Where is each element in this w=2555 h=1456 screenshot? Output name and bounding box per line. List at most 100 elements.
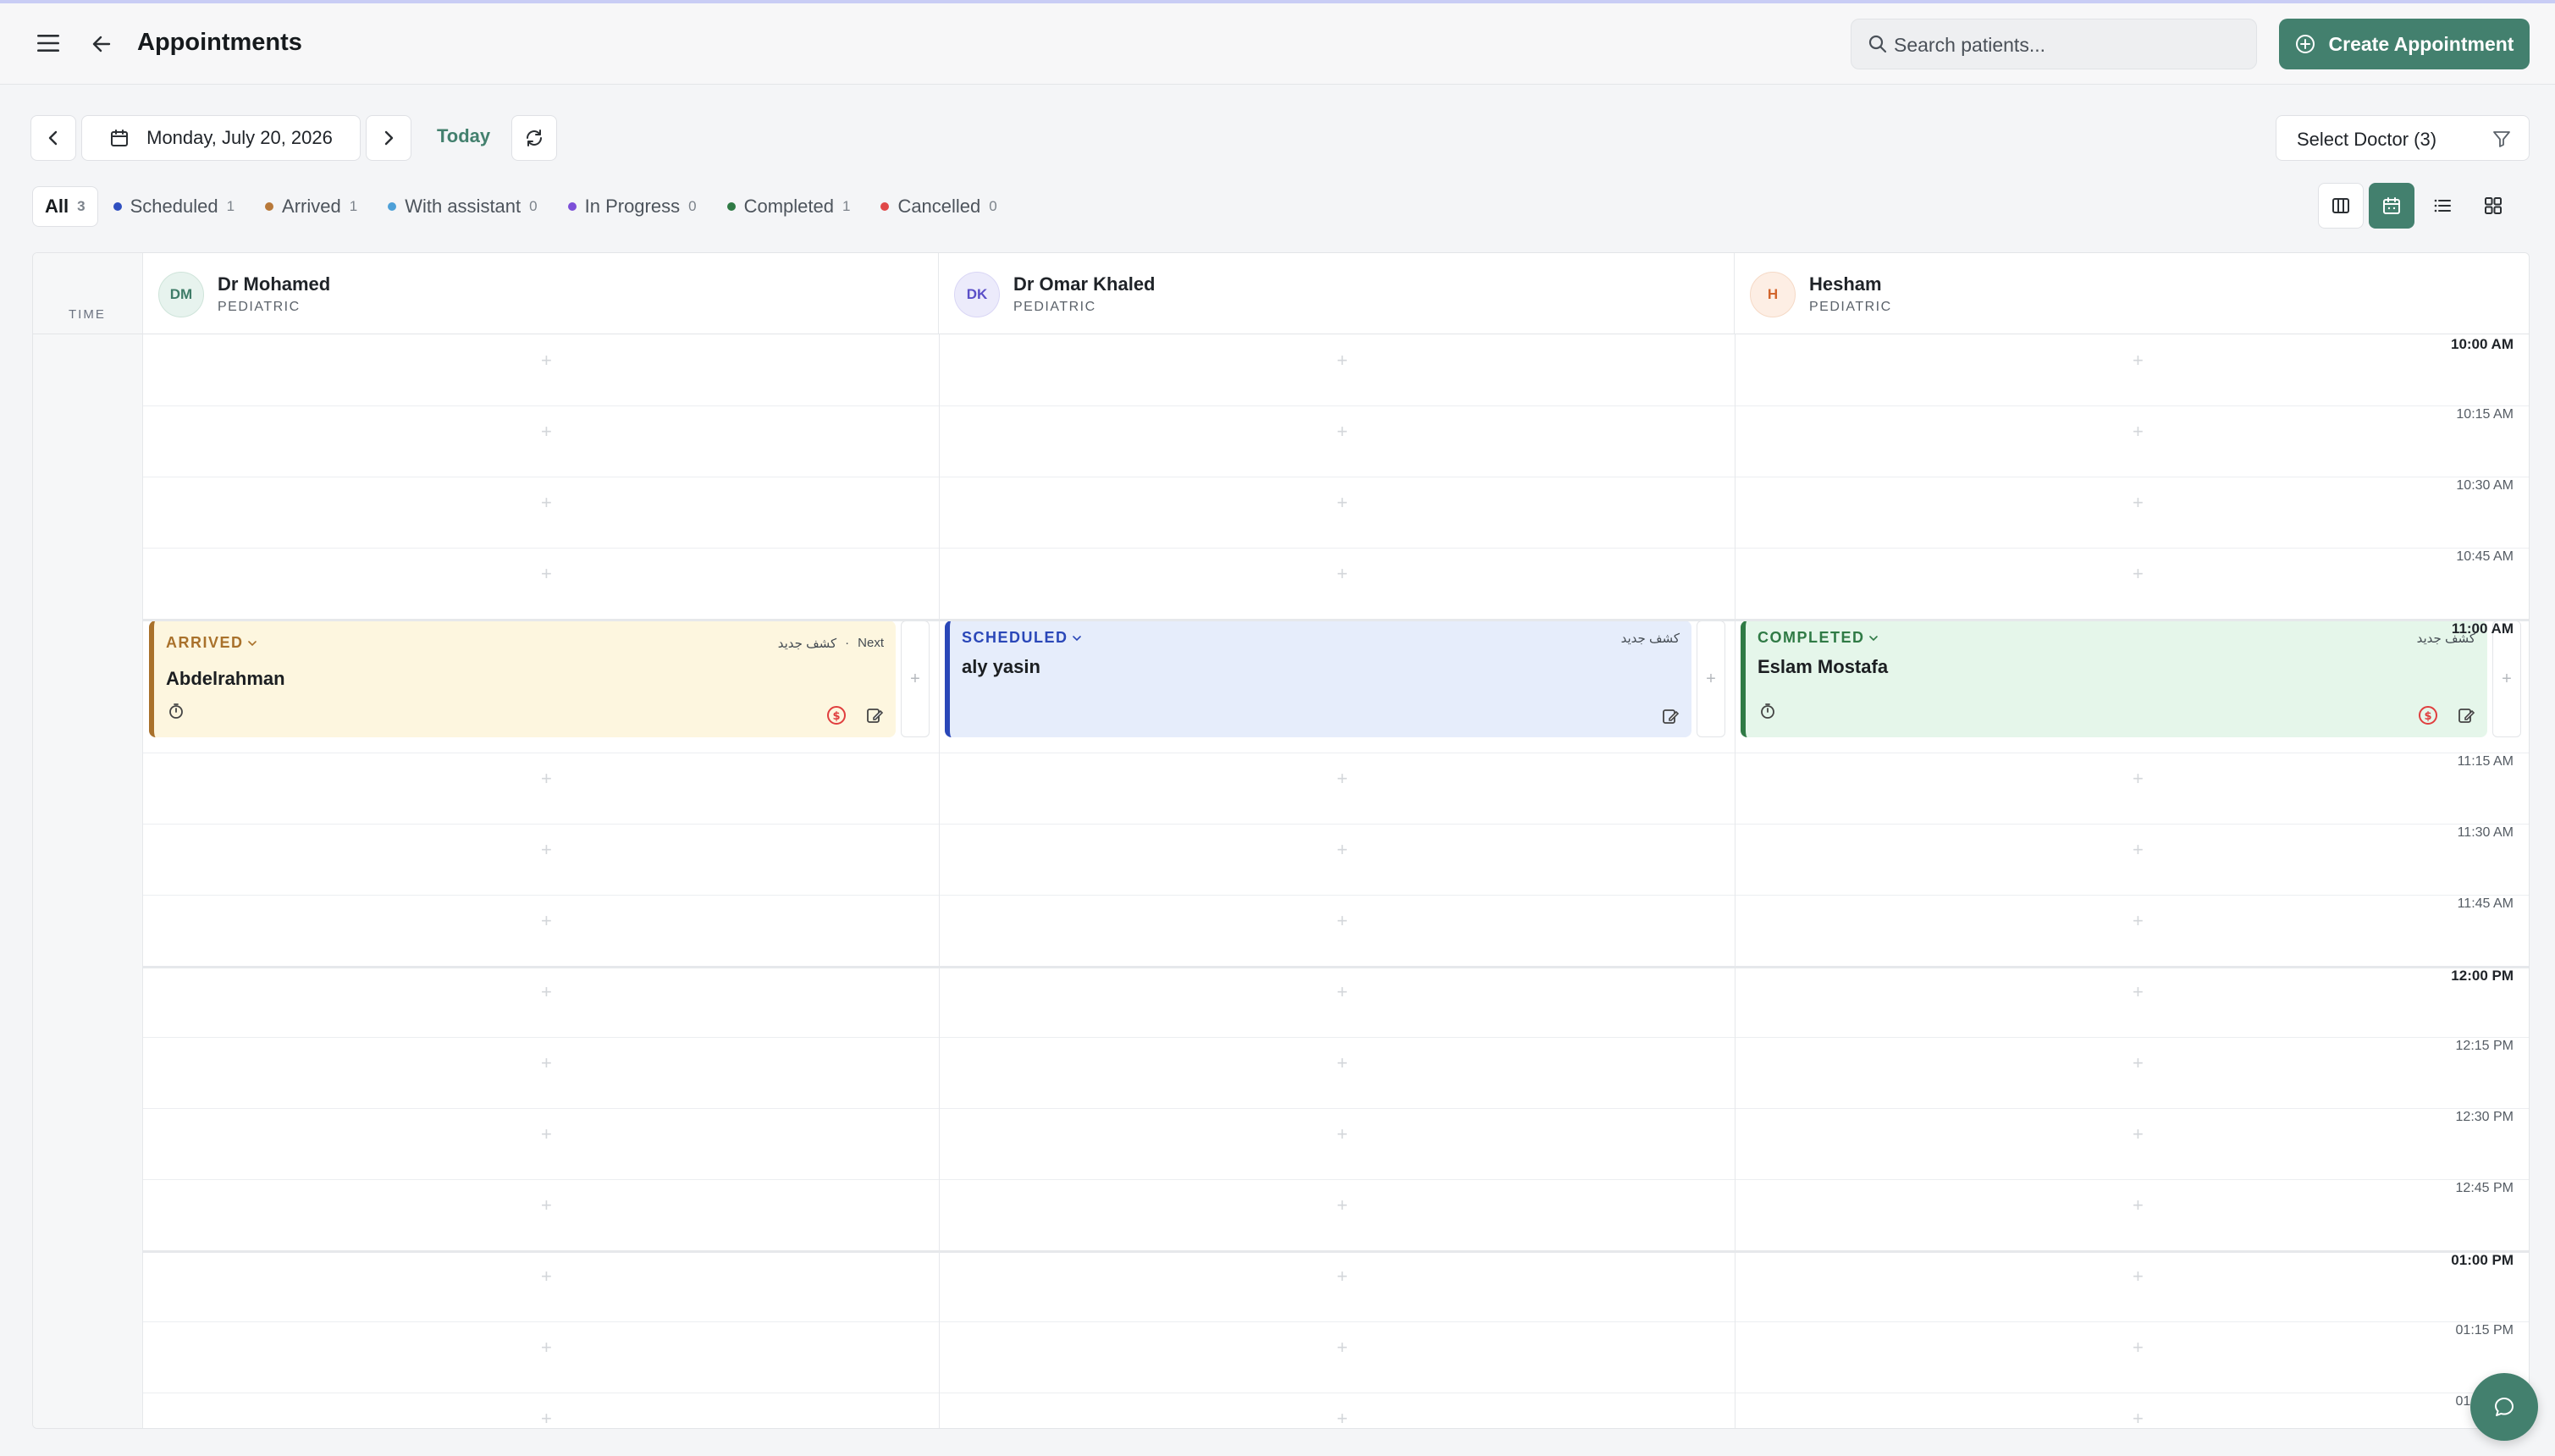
add-slot-plus-icon[interactable]: + [541,1337,552,1359]
add-slot-plus-icon[interactable]: + [541,981,552,1003]
time-column-header: TIME [33,253,143,334]
add-slot-plus-icon[interactable]: + [2133,910,2144,932]
time-slot-divider [143,1108,2529,1109]
filter-with-assistant[interactable]: With assistant 0 [372,186,552,227]
add-slot-plus-icon[interactable]: + [2133,981,2144,1003]
time-slot-label: 01:15 PM [2455,1323,2514,1337]
add-slot-plus-icon[interactable]: + [2133,768,2144,790]
doctor-column-header[interactable]: DK Dr Omar Khaled PEDIATRIC [939,253,1735,334]
add-slot-plus-icon[interactable]: + [2133,1123,2144,1145]
prev-day-button[interactable] [30,115,76,161]
calendar-view-button[interactable] [2369,183,2414,229]
grid-view-button[interactable] [2470,183,2516,229]
status-dropdown[interactable]: SCHEDULED [962,629,1082,647]
filter-count: 1 [349,198,358,214]
add-slot-plus-icon[interactable]: + [541,421,552,443]
add-slot-plus-icon[interactable]: + [2133,421,2144,443]
add-slot-plus-icon[interactable]: + [1337,1266,1348,1288]
add-slot-plus-icon[interactable]: + [2133,1337,2144,1359]
add-slot-plus-icon[interactable]: + [1337,492,1348,514]
list-view-button[interactable] [2420,183,2465,229]
add-slot-plus-icon[interactable]: + [541,839,552,861]
search-input[interactable] [1894,28,2241,62]
filter-count: 1 [226,198,235,214]
add-slot-plus-icon[interactable]: + [2133,839,2144,861]
filter-label: Completed [743,196,834,217]
add-slot-plus-icon[interactable]: + [2133,563,2144,585]
add-slot-plus-icon[interactable]: + [1337,768,1348,790]
today-button[interactable]: Today [437,125,490,147]
edit-note-icon[interactable] [1661,707,1680,725]
add-slot-plus-icon[interactable]: + [1337,1194,1348,1216]
add-slot-plus-icon[interactable]: + [1337,1337,1348,1359]
add-slot-plus-icon[interactable]: + [541,1123,552,1145]
add-slot-plus-icon[interactable]: + [1337,1123,1348,1145]
add-slot-plus-icon[interactable]: + [2133,350,2144,372]
add-slot-plus-icon[interactable]: + [541,492,552,514]
appointment-card[interactable]: ARRIVED كشف جديد · Next Abdelrahman $ [149,620,896,737]
doctor-specialty: PEDIATRIC [1013,300,1096,314]
edit-note-icon[interactable] [2457,706,2475,725]
add-appointment-slot-button[interactable]: + [901,620,930,737]
payment-due-icon[interactable]: $ [2418,705,2438,725]
edit-note-icon[interactable] [865,706,884,725]
add-slot-plus-icon[interactable]: + [1337,350,1348,372]
add-slot-plus-icon[interactable]: + [1337,981,1348,1003]
add-slot-plus-icon[interactable]: + [2133,1194,2144,1216]
add-slot-plus-icon[interactable]: + [1337,563,1348,585]
doctor-column-header[interactable]: DM Dr Mohamed PEDIATRIC [143,253,939,334]
add-appointment-slot-button[interactable]: + [2492,620,2521,737]
add-slot-plus-icon[interactable]: + [541,1194,552,1216]
back-arrow-icon[interactable] [88,30,115,58]
add-slot-plus-icon[interactable]: + [1337,1408,1348,1428]
filter-arrived[interactable]: Arrived 1 [250,186,372,227]
add-slot-plus-icon[interactable]: + [1337,1052,1348,1074]
add-slot-plus-icon[interactable]: + [2133,1408,2144,1428]
time-slot-label: 11:00 AM [2451,620,2514,637]
add-slot-plus-icon[interactable]: + [1337,910,1348,932]
time-slot-divider [143,1179,2529,1180]
add-slot-plus-icon[interactable]: + [2133,492,2144,514]
filter-scheduled[interactable]: Scheduled 1 [98,186,250,227]
appointment-card[interactable]: SCHEDULED كشف جديد aly yasin [945,620,1691,737]
date-picker-button[interactable]: Monday, July 20, 2026 [81,115,361,161]
time-slot-label: 11:30 AM [2457,825,2514,840]
add-appointment-slot-button[interactable]: + [1697,620,1725,737]
add-slot-plus-icon[interactable]: + [541,563,552,585]
columns-icon [2332,198,2349,213]
filter-in-progress[interactable]: In Progress 0 [553,186,712,227]
search-box[interactable] [1851,19,2257,69]
refresh-icon [527,130,542,146]
payment-due-icon[interactable]: $ [826,705,847,725]
add-slot-plus-icon[interactable]: + [541,1052,552,1074]
select-doctor-dropdown[interactable]: Select Doctor (3) [2276,115,2530,161]
add-slot-plus-icon[interactable]: + [541,768,552,790]
status-dropdown[interactable]: COMPLETED [1758,629,1879,647]
grid-icon [2485,197,2502,214]
add-slot-plus-icon[interactable]: + [541,910,552,932]
doctor-column-header[interactable]: H Hesham PEDIATRIC [1735,253,2529,334]
columns-view-button[interactable] [2318,183,2364,229]
status-dropdown[interactable]: ARRIVED [166,634,257,652]
filter-count: 0 [989,198,997,214]
refresh-button[interactable] [511,115,557,161]
add-slot-plus-icon[interactable]: + [1337,839,1348,861]
chat-button[interactable] [2470,1373,2538,1441]
next-day-button[interactable] [366,115,411,161]
avatar: H [1750,272,1796,317]
add-slot-plus-icon[interactable]: + [541,1408,552,1428]
menu-icon[interactable] [34,29,63,58]
patient-name: Eslam Mostafa [1758,656,1889,677]
add-slot-plus-icon[interactable]: + [541,350,552,372]
add-slot-plus-icon[interactable]: + [541,1266,552,1288]
filter-all[interactable]: All 3 [32,186,98,227]
filter-count: 0 [529,198,538,214]
add-slot-plus-icon[interactable]: + [2133,1052,2144,1074]
appointment-card[interactable]: COMPLETED كشف جديد Eslam Mostafa $ [1741,620,2487,737]
filter-completed[interactable]: Completed 1 [712,186,866,227]
create-appointment-button[interactable]: Create Appointment [2279,19,2530,69]
add-slot-plus-icon[interactable]: + [1337,421,1348,443]
appointment-actions [1661,707,1680,725]
add-slot-plus-icon[interactable]: + [2133,1266,2144,1288]
filter-cancelled[interactable]: Cancelled 0 [865,186,1012,227]
